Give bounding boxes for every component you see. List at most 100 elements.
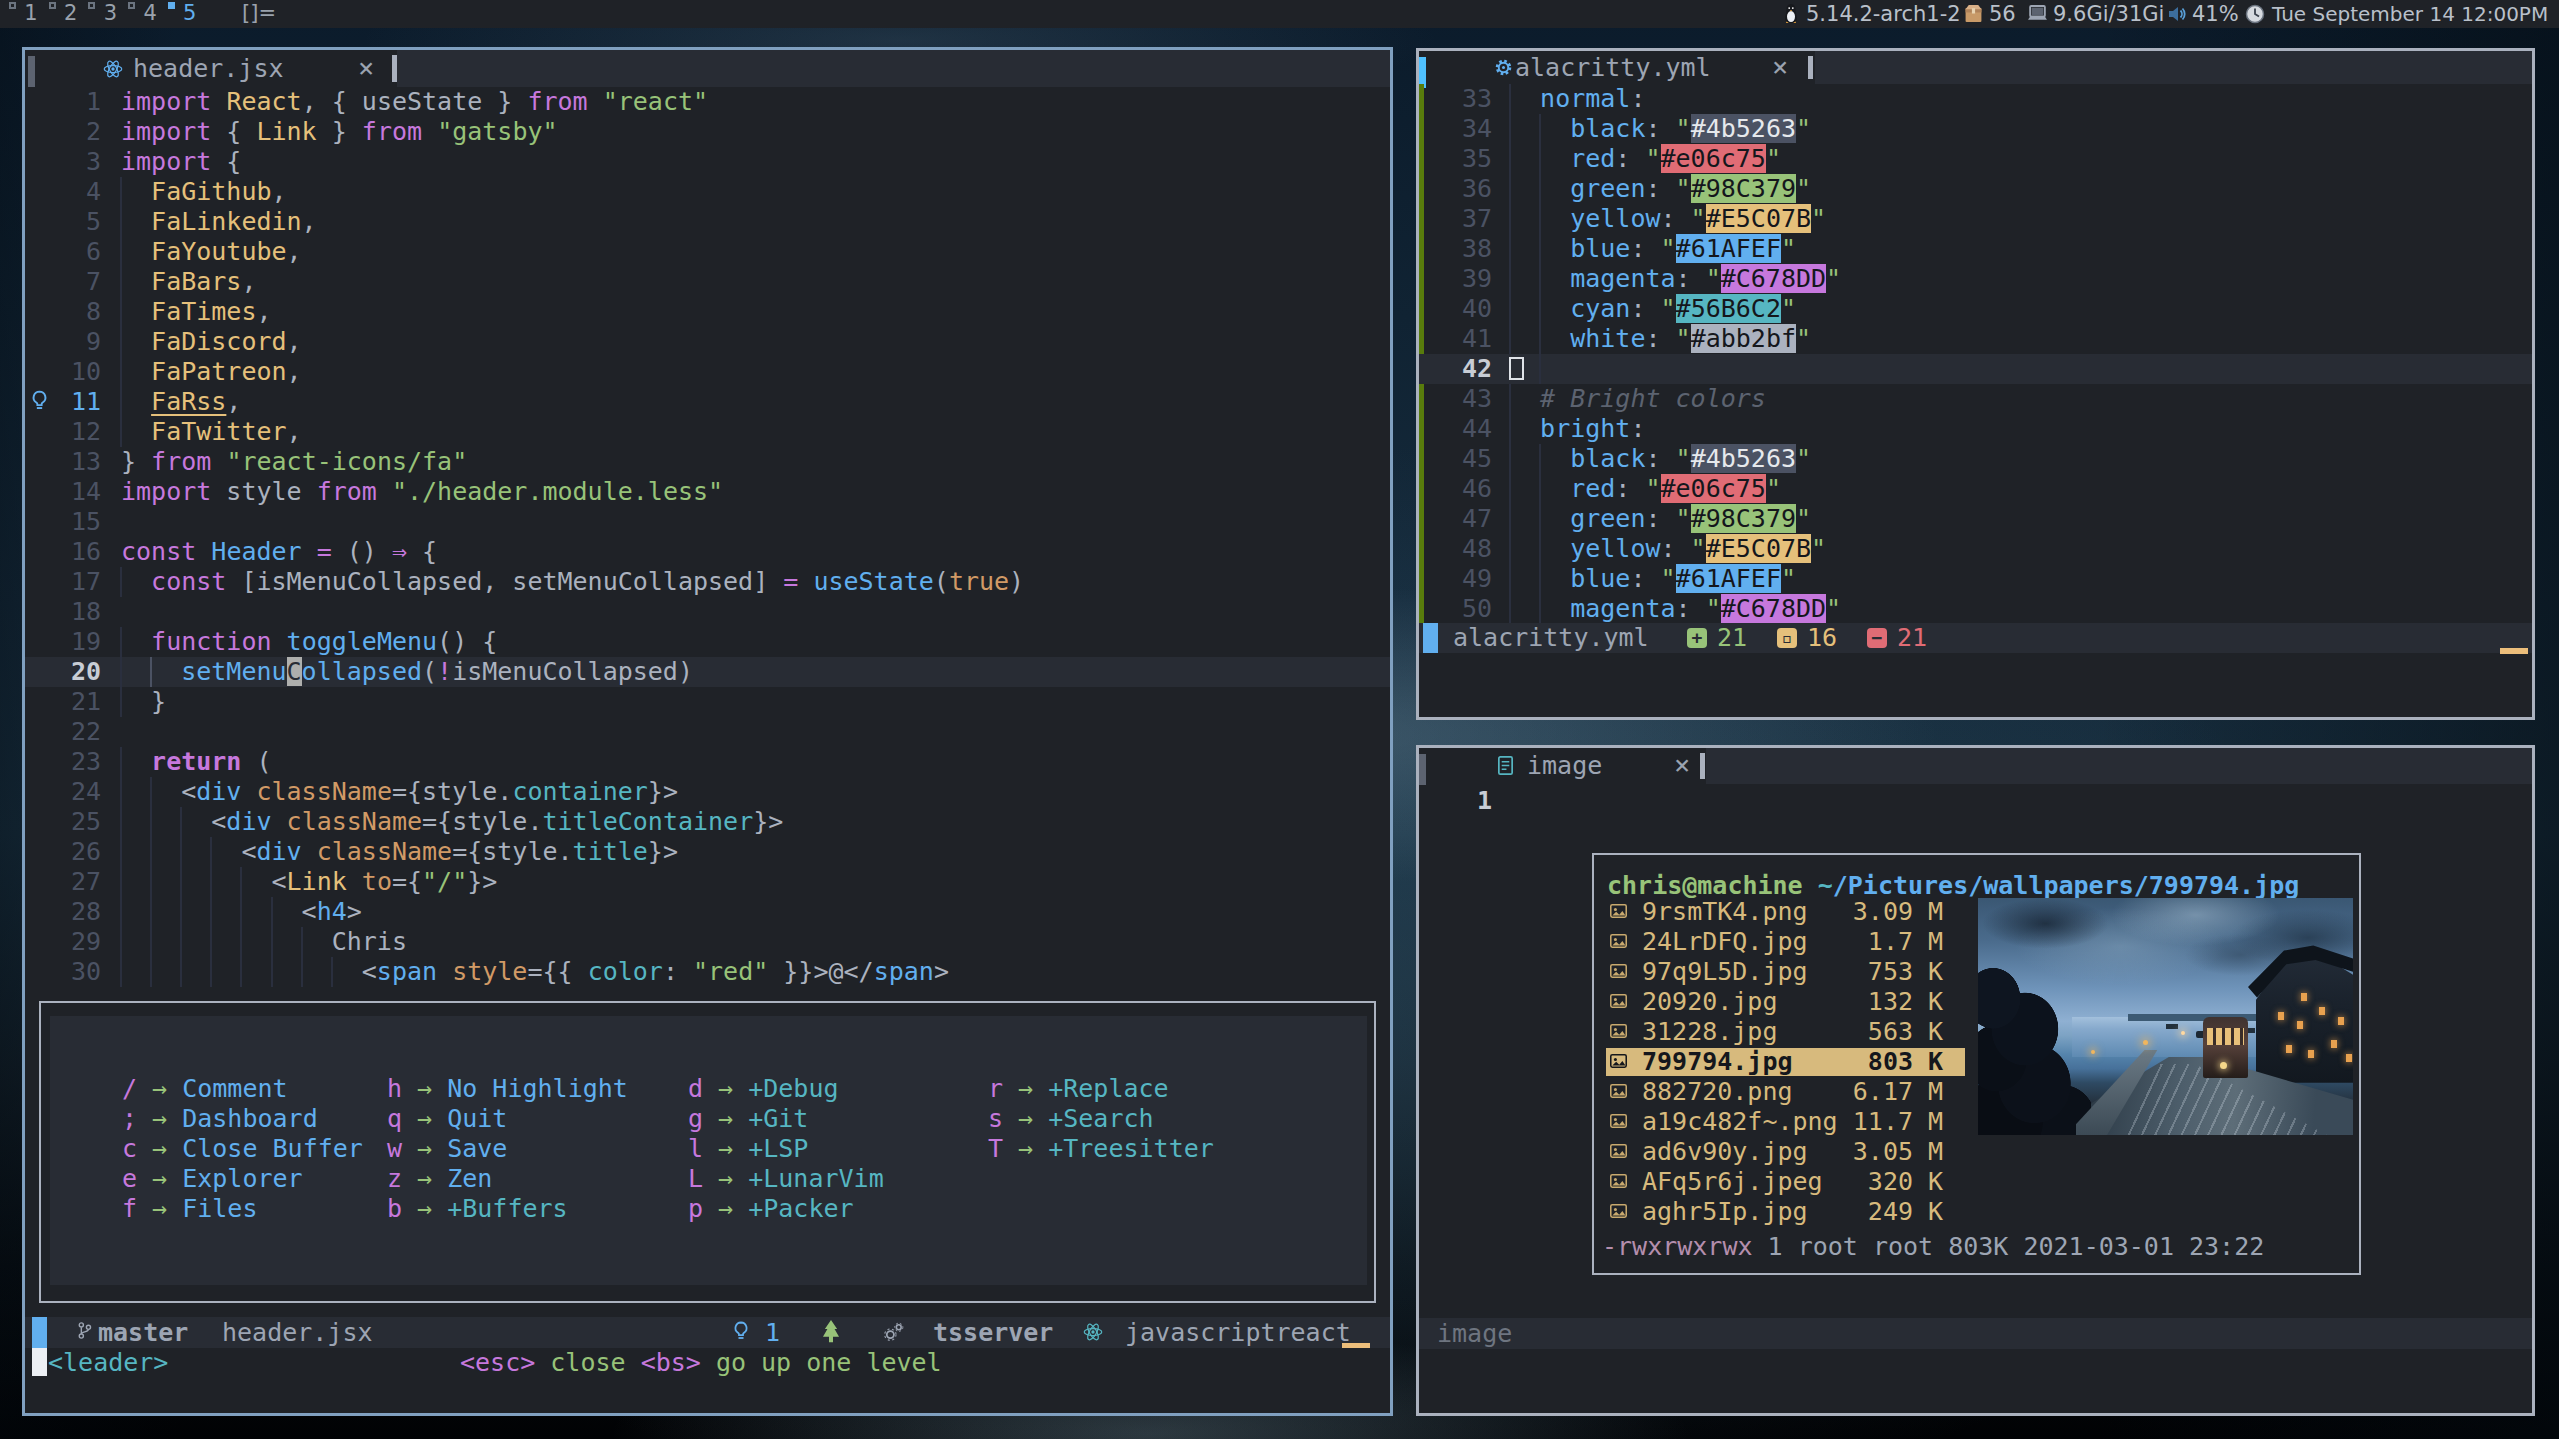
- code-token: blue: [1570, 234, 1630, 263]
- indent-guide: [210, 867, 212, 897]
- whichkey-binding[interactable]: d → +Debug: [688, 1074, 839, 1104]
- whichkey-binding[interactable]: h → No Highlight: [387, 1074, 628, 1104]
- code-token: () {: [437, 627, 497, 656]
- whichkey-binding[interactable]: f → Files: [122, 1194, 257, 1224]
- whichkey-binding[interactable]: g → +Git: [688, 1104, 808, 1134]
- tab-active[interactable]: header.jsx×: [25, 50, 397, 87]
- kernel-version: 5.14.2-arch1-2: [1806, 2, 1961, 26]
- code-area[interactable]: 1import React, { useState } from "react"…: [25, 87, 1390, 987]
- line-number: 13: [25, 447, 101, 477]
- code-token: #98C379: [1691, 174, 1796, 203]
- code-token: ": [1706, 594, 1721, 623]
- cmdline-cursor-block: [32, 1348, 47, 1376]
- lf-file-row[interactable]: aghr5Ip.jpg249K: [1606, 1198, 1965, 1226]
- code-token: cyan: [1570, 294, 1630, 323]
- tab-cursor: [1700, 753, 1705, 779]
- code-token: #C678DD: [1721, 594, 1826, 623]
- code-token: :: [1615, 474, 1645, 503]
- lf-file-row[interactable]: a19c482f~.png11.7M: [1606, 1108, 1965, 1136]
- workspace-5[interactable]: 5: [168, 0, 204, 28]
- gear-icon: [1494, 58, 1513, 77]
- code-token: [272, 627, 287, 656]
- line-number: 12: [25, 417, 101, 447]
- code-line: 8FaTimes,: [25, 297, 1390, 327]
- code-token: green: [1570, 504, 1645, 533]
- code-token: "react": [603, 87, 708, 116]
- volume-icon: [2167, 4, 2187, 24]
- tab-active[interactable]: alacritty.yml×: [1419, 51, 1815, 84]
- whichkey-label: +LSP: [748, 1134, 808, 1163]
- code-line: 36green: "#98C379": [1419, 174, 2532, 204]
- tab-close-button[interactable]: ×: [358, 53, 374, 83]
- arrow-icon: →: [703, 1164, 748, 1193]
- workspace-3[interactable]: 3: [88, 0, 124, 28]
- indent-guide: [1509, 294, 1511, 324]
- code-token: ": [1796, 324, 1811, 353]
- whichkey-binding[interactable]: T → +Treesitter: [988, 1134, 1214, 1164]
- lf-file-row[interactable]: 31228.jpg563K: [1606, 1018, 1965, 1046]
- lf-file-row[interactable]: ad6v90y.jpg3.05M: [1606, 1138, 1965, 1166]
- tab-label: image: [1527, 751, 1602, 781]
- workspace-indicator: [88, 2, 95, 9]
- code-token: [302, 837, 317, 866]
- lf-file-row[interactable]: 9rsmTK4.png3.09M: [1606, 898, 1965, 926]
- code-token: (): [332, 537, 392, 566]
- code-token: FaYoutube: [151, 237, 286, 266]
- code-token: ": [1796, 504, 1811, 533]
- workspace-1[interactable]: 1: [9, 0, 45, 28]
- workspace-4[interactable]: 4: [128, 0, 164, 28]
- tab-close-button[interactable]: ×: [1674, 750, 1690, 780]
- indent-guide: [1509, 264, 1511, 294]
- lf-file-row[interactable]: 97q9L5D.jpg753K: [1606, 958, 1965, 986]
- lf-file-row[interactable]: AFq5r6j.jpeg320K: [1606, 1168, 1965, 1196]
- workspace-2[interactable]: 2: [49, 0, 85, 28]
- tab-close-button[interactable]: ×: [1772, 52, 1788, 82]
- indent-guide: [120, 897, 122, 927]
- editor-window-left[interactable]: header.jsx×1import React, { useState } f…: [22, 47, 1393, 1416]
- whichkey-binding[interactable]: r → +Replace: [988, 1074, 1169, 1104]
- editor-window-topright[interactable]: alacritty.yml×33normal:34black: "#4b5263…: [1416, 48, 2535, 720]
- tabline: alacritty.yml×: [1419, 51, 2532, 84]
- code-token: setMenu: [181, 657, 286, 686]
- git-removed-icon: −: [1867, 628, 1887, 648]
- code-token: div: [256, 837, 301, 866]
- code-token: span: [874, 957, 934, 986]
- whichkey-binding[interactable]: s → +Search: [988, 1104, 1154, 1134]
- lf-file-row[interactable]: 799794.jpg803K: [1606, 1048, 1965, 1076]
- indent-guide: [120, 807, 122, 837]
- whichkey-binding[interactable]: c → Close Buffer: [122, 1134, 363, 1164]
- whichkey-binding[interactable]: / → Comment: [122, 1074, 288, 1104]
- line-number: 10: [25, 357, 101, 387]
- whichkey-binding[interactable]: l → +LSP: [688, 1134, 808, 1164]
- code-area[interactable]: 33normal:34black: "#4b5263"35red: "#e06c…: [1419, 84, 2532, 624]
- react-icon: [103, 59, 123, 79]
- indent-guide: [1509, 234, 1511, 264]
- code-line: 17const [isMenuCollapsed, setMenuCollaps…: [25, 567, 1390, 597]
- whichkey-binding[interactable]: w → Save: [387, 1134, 507, 1164]
- whichkey-binding[interactable]: ; → Dashboard: [122, 1104, 318, 1134]
- whichkey-binding[interactable]: q → Quit: [387, 1104, 507, 1134]
- code-token: ": [1676, 504, 1691, 533]
- indent-guide: [1539, 204, 1541, 234]
- lf-file-row[interactable]: 20920.jpg132K: [1606, 988, 1965, 1016]
- workspace-label: 1: [17, 1, 45, 25]
- whichkey-binding[interactable]: e → Explorer: [122, 1164, 303, 1194]
- mode-block: [32, 1317, 47, 1348]
- whichkey-binding[interactable]: p → +Packer: [688, 1194, 854, 1224]
- line-number: 29: [25, 927, 101, 957]
- code-token: from: [362, 117, 422, 146]
- lf-file-row[interactable]: 882720.png6.17M: [1606, 1078, 1965, 1106]
- tab-active[interactable]: image ×: [1419, 748, 1706, 784]
- image-file-icon: [1610, 1054, 1627, 1068]
- whichkey-binding[interactable]: z → Zen: [387, 1164, 492, 1194]
- indent-guide: [180, 837, 182, 867]
- code-token: useState: [813, 567, 933, 596]
- code-token: red: [1570, 144, 1615, 173]
- whichkey-binding[interactable]: b → +Buffers: [387, 1194, 568, 1224]
- whichkey-binding[interactable]: L → +LunarVim: [688, 1164, 884, 1194]
- code-token: :: [1615, 144, 1645, 173]
- editor-window-bottomright[interactable]: image×1chris@machine~/Pictures/wallpaper…: [1416, 745, 2535, 1416]
- lf-file-row[interactable]: 24LrDFQ.jpg1.7M: [1606, 928, 1965, 956]
- indent-guide: [1539, 444, 1541, 474]
- statusline-filename: alacritty.yml: [1453, 623, 1649, 653]
